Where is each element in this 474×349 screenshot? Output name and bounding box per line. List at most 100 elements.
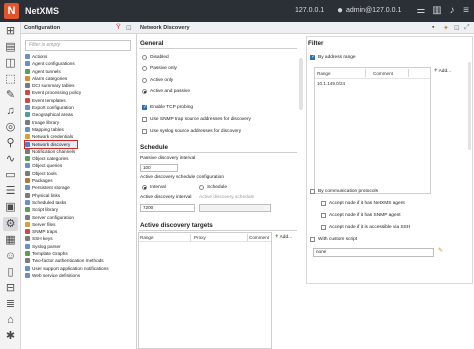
graph-icon[interactable]: ∿ [3,152,18,166]
config-item-persistent-storage[interactable]: Persistent storage [25,184,135,191]
config-item-mapping-tables[interactable]: Mapping tables [25,126,135,133]
sitemap-icon[interactable]: ⊞ [3,24,18,38]
right-scrollbar[interactable] [468,62,471,150]
tcp-probing-checkbox[interactable] [142,104,148,110]
targets-table[interactable] [138,232,272,349]
save-icon[interactable]: ▪ [432,24,434,31]
refresh-icon[interactable]: ✦ [443,24,449,32]
radio-active-only[interactable] [142,78,147,83]
config-item-server-files[interactable]: Server files [25,221,135,228]
pin-view-icon[interactable]: ⊡ [454,24,460,32]
user-icon[interactable]: ● [334,5,346,17]
bug-icon[interactable]: ✱ [3,329,18,343]
custom-script-checkbox[interactable] [310,237,315,242]
config-item-network-discovery[interactable]: Network discovery [24,139,78,149]
configuration-gear-icon[interactable]: ⚙ [3,217,18,231]
filter-icon[interactable]: Ÿ [116,24,121,31]
config-item-agent-tunnels[interactable]: Agent tunnels [25,68,135,75]
users-icon[interactable]: ☺ [3,249,18,263]
targets-col-proxy[interactable]: Proxy [194,235,206,240]
config-item-script-library[interactable]: Script library [25,206,135,213]
targets-add-button[interactable]: + Add... [275,234,292,240]
config-item-agent-configurations[interactable]: Agent configurations [25,60,135,67]
config-item-icon [25,54,30,59]
config-item-scheduled-tasks[interactable]: Scheduled tasks [25,199,135,206]
config-item-icon [25,68,30,74]
dashboard-icon[interactable]: ▤ [3,40,18,54]
config-item-server-configuration[interactable]: Server configuration [25,214,135,221]
server-icon[interactable]: ▦ [3,233,18,247]
radio-interval[interactable] [142,185,147,190]
tag-icon[interactable]: ⌂ [3,313,18,327]
config-item-two-factor-authentication-methods[interactable]: Two-factor authentication methods [25,257,135,264]
address-col-range[interactable]: Range [317,71,331,76]
targets-col-comment[interactable]: Comment [249,235,269,240]
config-item-object-tools[interactable]: Object tools [25,170,135,177]
log-icon[interactable]: ≣ [3,297,18,311]
address-range-table[interactable] [314,67,431,194]
search-icon[interactable]: ⚲ [3,136,18,150]
active-schedule-input[interactable] [199,204,271,212]
list-icon[interactable]: ☰ [3,184,18,198]
radio-passive-only[interactable] [142,66,147,71]
ssh-accessible-label: Accept node if it is accessible via SSH [329,225,411,230]
config-item-web-service-definitions[interactable]: Web service definitions [25,272,135,279]
config-item-event-processing-policy[interactable]: Event processing policy [25,89,135,96]
globe-icon[interactable]: ◎ [3,120,18,134]
active-schedule-config-label: Active discovery schedule configuration [140,175,224,180]
config-item-user-support-application-notifications[interactable]: User support application notifications [25,265,135,272]
config-item-snmp-traps[interactable]: SNMP traps [25,228,135,235]
chart-icon[interactable]: ▥ [431,5,443,17]
config-item-alarm-categories[interactable]: Alarm categories [25,75,135,82]
snmp-trap-checkbox[interactable] [142,117,147,122]
radio-schedule[interactable] [199,185,204,190]
map-icon[interactable]: ◫ [3,56,18,70]
alarm-bell-icon[interactable]: ♪ [446,5,458,17]
script-edit-icon[interactable]: ✎ [438,247,443,254]
config-item-dci-summary-tables[interactable]: DCI summary tables [25,82,135,89]
by-protocols-checkbox[interactable] [310,189,315,194]
address-row-range[interactable]: 10.1.149.0/24 [317,81,345,86]
config-item-object-queries[interactable]: Object queries [25,162,135,169]
passive-interval-input[interactable]: 100 [140,164,178,172]
address-add-button[interactable]: + Add... [434,68,451,74]
radio-disabled[interactable] [142,55,147,60]
active-interval-input[interactable]: 7200 [140,204,195,212]
ssh-accessible-checkbox[interactable] [321,225,326,230]
monitor-icon[interactable]: ▭ [3,168,18,182]
config-item-ssh-keys[interactable]: SSH keys [25,235,135,242]
config-item-object-categories[interactable]: Object categories [25,155,135,162]
config-item-physical-links[interactable]: Physical links [25,192,135,199]
radio-active-and-passive[interactable] [142,89,147,94]
custom-script-input[interactable]: none [313,248,434,257]
terminal-icon[interactable]: ▯ [3,265,18,279]
grid-icon[interactable]: ⊟ [3,281,18,295]
menu-icon[interactable]: ≡ [460,5,472,17]
config-filter-input[interactable]: Filter is empty [25,40,131,51]
left-scrollbar[interactable] [299,58,303,110]
netxms-agent-checkbox[interactable] [321,201,326,206]
settings-sliders-icon[interactable]: ⚌ [415,5,427,17]
config-item-packages[interactable]: Packages [25,177,135,184]
address-col-comment[interactable]: Comment [373,71,393,76]
config-item-event-templates[interactable]: Event templates [25,97,135,104]
config-item-label: Server configuration [32,214,74,220]
by-address-checkbox[interactable] [310,54,316,60]
snmp-agent-checkbox[interactable] [321,213,326,218]
config-item-syslog-parser[interactable]: Syslog parser [25,243,135,250]
config-item-notification-channels[interactable]: Notification channels [25,148,135,155]
maximize-icon[interactable]: ⤢ [464,24,470,32]
config-item-template-graphs[interactable]: Template Graphs [25,250,135,257]
targets-col-range[interactable]: Range [140,235,154,240]
config-item-image-library[interactable]: Image library [25,119,135,126]
syslog-checkbox[interactable] [142,129,147,134]
config-item-geographical-areas[interactable]: Geographical areas [25,111,135,118]
briefcase-icon[interactable]: ▣ [3,200,18,214]
maps-icon[interactable]: ⬚ [3,72,18,86]
config-item-export-configuration[interactable]: Export configuration [25,104,135,111]
alarm-icon[interactable]: ♫ [3,104,18,118]
config-item-network-credentials[interactable]: Network credentials [25,133,135,140]
pin-icon[interactable]: ⊡ [126,24,132,32]
tools-icon[interactable]: ✎ [3,88,18,102]
config-item-actions[interactable]: Actions [25,53,135,60]
